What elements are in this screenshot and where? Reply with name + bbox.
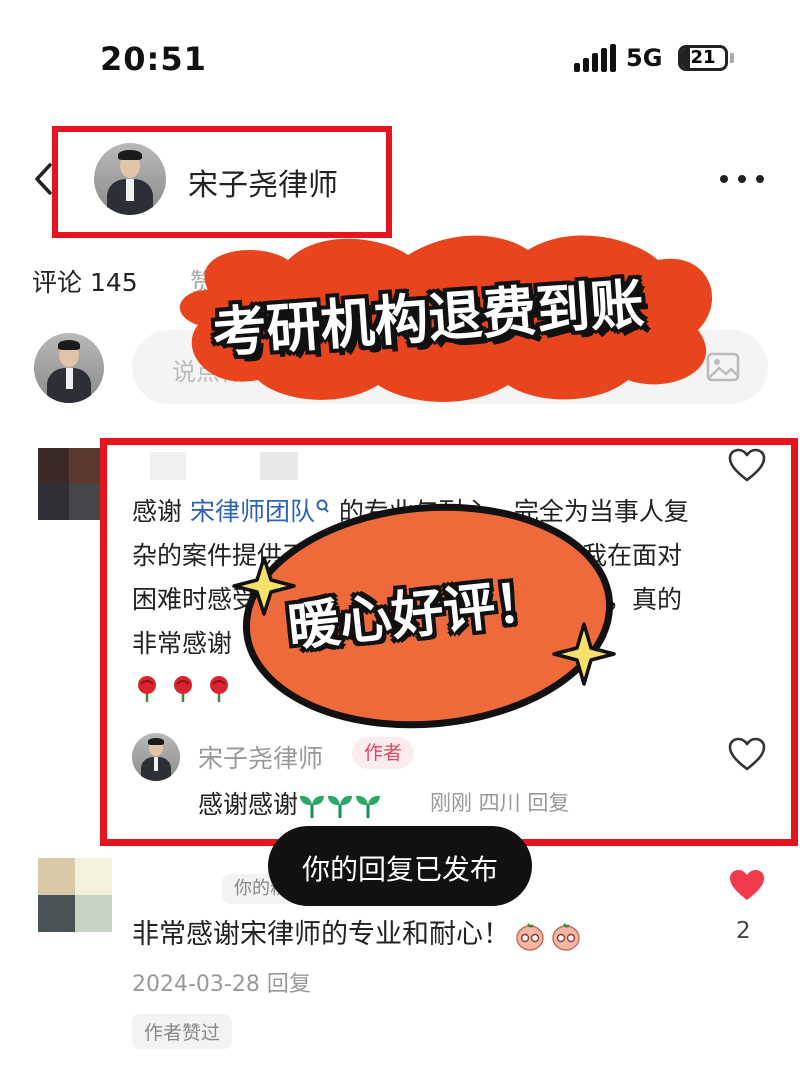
comment-text: 非常感谢宋律师的专业和耐心！ bbox=[132, 912, 582, 952]
signal-icon bbox=[574, 44, 616, 72]
highlight-box-comment bbox=[100, 438, 798, 846]
commenter-avatar-mosaic bbox=[38, 448, 100, 520]
comment-text-label: 非常感谢宋律师的专业和耐心！ bbox=[132, 919, 510, 950]
avatar[interactable] bbox=[94, 143, 166, 215]
author-liked-badge: 作者赞过 bbox=[132, 1014, 233, 1049]
like-count: 2 bbox=[736, 918, 751, 944]
more-icon[interactable] bbox=[718, 175, 766, 185]
composer-avatar bbox=[34, 333, 104, 403]
battery-icon: 21 bbox=[678, 45, 728, 71]
peach-icon bbox=[516, 922, 544, 951]
tab-comments[interactable]: 评论 145 bbox=[32, 263, 138, 299]
battery-level: 21 bbox=[690, 47, 716, 68]
peach-icon bbox=[552, 922, 580, 951]
comment-meta[interactable]: 2024-03-28 回复 bbox=[132, 966, 311, 998]
battery-tip bbox=[730, 53, 734, 63]
profile-name[interactable]: 宋子尧律师 bbox=[188, 160, 338, 204]
toast: 你的回复已发布 bbox=[268, 826, 532, 906]
network-type: 5G bbox=[626, 44, 663, 72]
toast-text: 你的回复已发布 bbox=[301, 853, 498, 886]
commenter-avatar-mosaic bbox=[38, 858, 112, 932]
status-time: 20:51 bbox=[100, 40, 207, 78]
like-heart-filled-icon[interactable] bbox=[728, 868, 766, 904]
